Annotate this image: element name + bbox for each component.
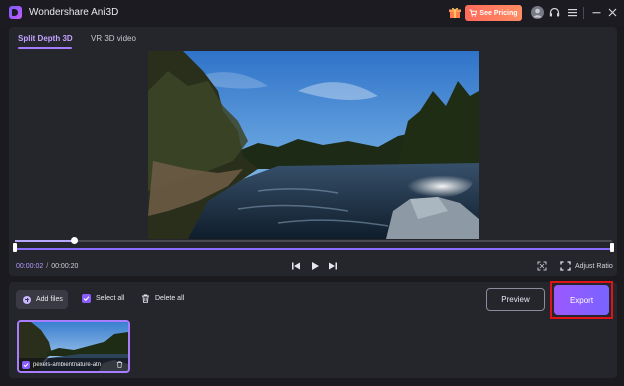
- gift-icon[interactable]: [449, 7, 461, 18]
- app-logo-icon: [9, 6, 22, 19]
- see-pricing-label: See Pricing: [479, 9, 518, 17]
- time-display: 00:00:02/00:00:20: [16, 263, 78, 270]
- thumbnail-caption: pexels-ambientnature-atn: [19, 358, 128, 371]
- tab-split-depth-3d[interactable]: Split Depth 3D: [18, 34, 73, 43]
- delete-all-label: Delete all: [155, 295, 185, 302]
- time-separator: /: [46, 263, 49, 270]
- cart-icon: [469, 9, 478, 17]
- select-all-button[interactable]: Select all: [82, 294, 124, 303]
- checkbox-icon[interactable]: [82, 294, 91, 303]
- add-files-label: Add files: [36, 296, 63, 303]
- adjust-ratio-button[interactable]: Adjust Ratio: [575, 263, 613, 270]
- select-all-label: Select all: [96, 295, 125, 302]
- add-files-button[interactable]: Add files: [16, 290, 68, 309]
- current-time: 00:00:02: [16, 263, 44, 270]
- plus-icon: [23, 295, 31, 304]
- trim-start-handle[interactable]: [13, 243, 17, 252]
- user-avatar-icon[interactable]: [531, 6, 544, 19]
- video-preview[interactable]: [148, 51, 479, 239]
- see-pricing-button[interactable]: See Pricing: [465, 5, 522, 21]
- play-icon[interactable]: [310, 261, 320, 271]
- file-name: pexels-ambientnature-atn: [33, 361, 102, 368]
- skip-back-icon[interactable]: [291, 261, 301, 271]
- title-bar: Wondershare Ani3D See Pricing: [0, 0, 624, 26]
- fullscreen-icon[interactable]: [537, 261, 547, 271]
- file-thumbnail[interactable]: pexels-ambientnature-atn: [17, 320, 130, 373]
- titlebar-divider: [583, 7, 584, 19]
- file-checkbox-icon[interactable]: [22, 360, 30, 369]
- headset-icon[interactable]: [548, 6, 561, 19]
- menu-icon[interactable]: [566, 6, 579, 19]
- preview-button[interactable]: Preview: [486, 288, 545, 311]
- timeline-track[interactable]: [15, 240, 612, 242]
- app-title: Wondershare Ani3D: [29, 7, 119, 18]
- active-tab-indicator: [18, 47, 72, 49]
- delete-all-button[interactable]: Delete all: [141, 294, 184, 303]
- trim-range-track[interactable]: [15, 248, 612, 250]
- minimize-icon[interactable]: [590, 6, 603, 19]
- timeline-progress: [15, 240, 75, 242]
- tab-vr-3d-video[interactable]: VR 3D video: [91, 34, 136, 43]
- export-button[interactable]: Export: [554, 285, 609, 315]
- total-time: 00:00:20: [51, 263, 79, 270]
- file-trash-icon[interactable]: [116, 361, 123, 368]
- trim-end-handle[interactable]: [610, 243, 614, 252]
- adjust-ratio-icon[interactable]: [560, 261, 571, 271]
- skip-forward-icon[interactable]: [328, 261, 338, 271]
- close-icon[interactable]: [606, 6, 619, 19]
- video-frame-image: [148, 51, 479, 239]
- trash-icon: [142, 294, 149, 303]
